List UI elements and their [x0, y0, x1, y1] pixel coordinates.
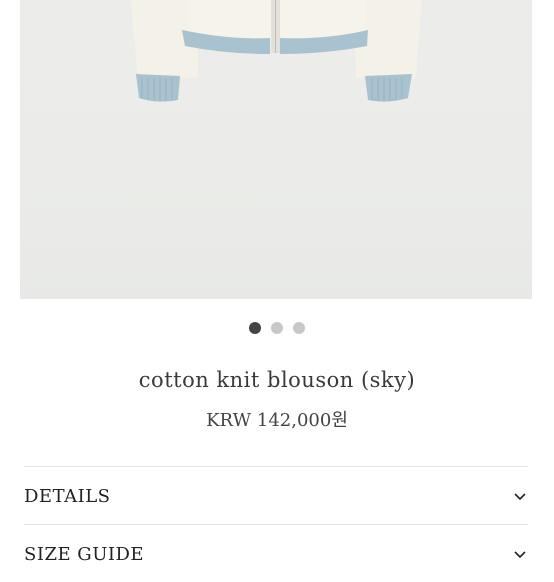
divider — [24, 466, 528, 467]
details-accordion[interactable]: DETAILS — [24, 468, 528, 524]
carousel-indicator — [0, 322, 554, 334]
chevron-down-icon — [514, 551, 526, 559]
carousel-dot-3[interactable] — [293, 322, 305, 334]
divider — [24, 524, 528, 525]
product-title: cotton knit blouson (sky) — [138, 368, 416, 392]
product-price: KRW 142,000원 — [206, 410, 348, 431]
carousel-dot-2[interactable] — [271, 322, 283, 334]
details-label: DETAILS — [24, 485, 111, 507]
chevron-down-icon — [514, 493, 526, 501]
carousel-dot-1[interactable] — [249, 322, 261, 334]
product-image[interactable] — [20, 0, 532, 299]
size-guide-label: SIZE GUIDE — [24, 543, 145, 565]
knit-blouson-illustration — [130, 0, 422, 102]
size-guide-accordion[interactable]: SIZE GUIDE — [24, 526, 528, 582]
